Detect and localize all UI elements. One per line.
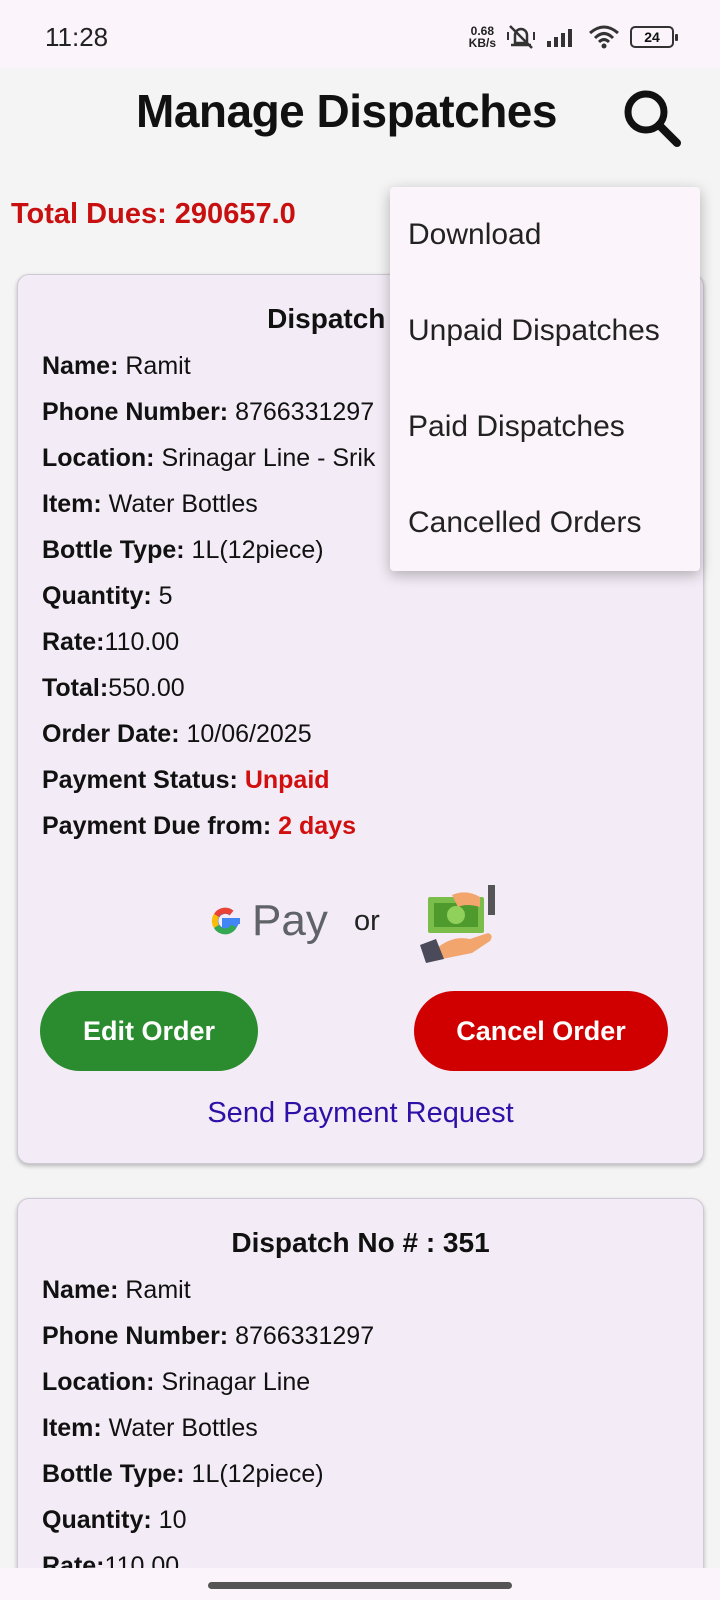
net-speed: 0.68 KB/s	[469, 25, 496, 49]
battery-icon: 24	[630, 26, 678, 48]
google-pay-button[interactable]: Pay	[204, 895, 328, 947]
cash-payment-button[interactable]	[418, 883, 506, 963]
quantity-row: Quantity: 10	[42, 1503, 703, 1549]
location-label: Location:	[42, 444, 155, 472]
navigation-bar	[0, 1568, 720, 1600]
payment-status-label: Payment Status:	[42, 766, 238, 794]
page-title: Manage Dispatches	[136, 85, 557, 137]
rate-row: Rate:110.00	[42, 625, 703, 671]
cancel-order-button[interactable]: Cancel Order	[414, 991, 668, 1071]
phone-label: Phone Number:	[42, 1322, 229, 1350]
search-button[interactable]	[620, 86, 684, 150]
item-label: Item:	[42, 490, 102, 518]
mute-vibrate-icon	[507, 25, 535, 49]
bottle-type-label: Bottle Type:	[42, 1460, 185, 1488]
order-date-value: 10/06/2025	[179, 720, 312, 748]
menu-item-paid-dispatches[interactable]: Paid Dispatches	[390, 389, 700, 485]
status-bar: 11:28 0.68 KB/s 24	[0, 0, 720, 68]
phone-value: 8766331297	[228, 398, 375, 426]
app-bar: Manage Dispatches	[0, 68, 720, 168]
menu-item-download[interactable]: Download	[390, 197, 700, 293]
location-value: Srinagar Line - Srik	[154, 444, 376, 472]
payment-options: Pay or	[18, 883, 703, 963]
overflow-menu: Download Unpaid Dispatches Paid Dispatch…	[390, 187, 700, 571]
status-icons: 0.68 KB/s 24	[469, 22, 678, 52]
dispatch-number: Dispatch No # : 351	[231, 1227, 490, 1258]
total-value: 550.00	[108, 674, 185, 702]
rate-label: Rate:	[42, 628, 105, 656]
item-value: Water Bottles	[101, 490, 258, 518]
item-row: Item: Water Bottles	[42, 1411, 703, 1457]
total-row: Total:550.00	[42, 671, 703, 717]
order-date-label: Order Date:	[42, 720, 180, 748]
bottle-type-value: 1L(12piece)	[184, 536, 324, 564]
net-speed-unit: KB/s	[468, 36, 496, 50]
bottle-type-value: 1L(12piece)	[184, 1460, 324, 1488]
or-separator: or	[354, 905, 380, 937]
name-label: Name:	[42, 352, 119, 380]
send-payment-request-link[interactable]: Send Payment Request	[18, 1097, 703, 1130]
quantity-row: Quantity: 5	[42, 579, 703, 625]
location-row: Location: Srinagar Line	[42, 1365, 703, 1411]
total-label: Total:	[42, 674, 109, 702]
status-time: 11:28	[45, 22, 109, 52]
total-dues: Total Dues: 290657.0	[11, 198, 296, 230]
quantity-value: 10	[151, 1506, 187, 1534]
quantity-value: 5	[151, 582, 173, 610]
order-date-row: Order Date: 10/06/2025	[42, 717, 703, 763]
quantity-label: Quantity:	[42, 582, 152, 610]
search-icon	[624, 90, 681, 147]
battery-level: 24	[644, 29, 660, 45]
menu-item-unpaid-dispatches[interactable]: Unpaid Dispatches	[390, 293, 700, 389]
name-row: Name: Ramit	[42, 1273, 703, 1319]
dispatch-card: Dispatch No # : 351 Name: Ramit Phone Nu…	[17, 1198, 704, 1598]
rate-value: 110.00	[104, 628, 180, 656]
bottle-type-row: Bottle Type: 1L(12piece)	[42, 1457, 703, 1503]
edit-order-button[interactable]: Edit Order	[40, 991, 258, 1071]
wifi-icon	[589, 25, 619, 49]
payment-status-value: Unpaid	[237, 766, 330, 794]
payment-due-row: Payment Due from: 2 days	[42, 809, 703, 855]
menu-item-cancelled-orders[interactable]: Cancelled Orders	[390, 485, 700, 581]
item-value: Water Bottles	[101, 1414, 258, 1442]
google-g-icon	[211, 907, 240, 935]
location-label: Location:	[42, 1368, 155, 1396]
name-value: Ramit	[118, 352, 191, 380]
quantity-label: Quantity:	[42, 1506, 152, 1534]
payment-due-label: Payment Due from:	[42, 812, 272, 840]
name-label: Name:	[42, 1276, 119, 1304]
phone-label: Phone Number:	[42, 398, 229, 426]
cash-hand-icon	[420, 885, 495, 963]
phone-row: Phone Number: 8766331297	[42, 1319, 703, 1365]
google-pay-label: Pay	[252, 896, 328, 945]
signal-icon	[547, 29, 572, 47]
bottle-type-label: Bottle Type:	[42, 536, 185, 564]
name-value: Ramit	[118, 1276, 191, 1304]
phone-value: 8766331297	[228, 1322, 375, 1350]
payment-status-row: Payment Status: Unpaid	[42, 763, 703, 809]
location-value: Srinagar Line	[154, 1368, 311, 1396]
payment-due-value: 2 days	[271, 812, 356, 840]
home-gesture-handle[interactable]	[208, 1582, 512, 1589]
item-label: Item:	[42, 1414, 102, 1442]
